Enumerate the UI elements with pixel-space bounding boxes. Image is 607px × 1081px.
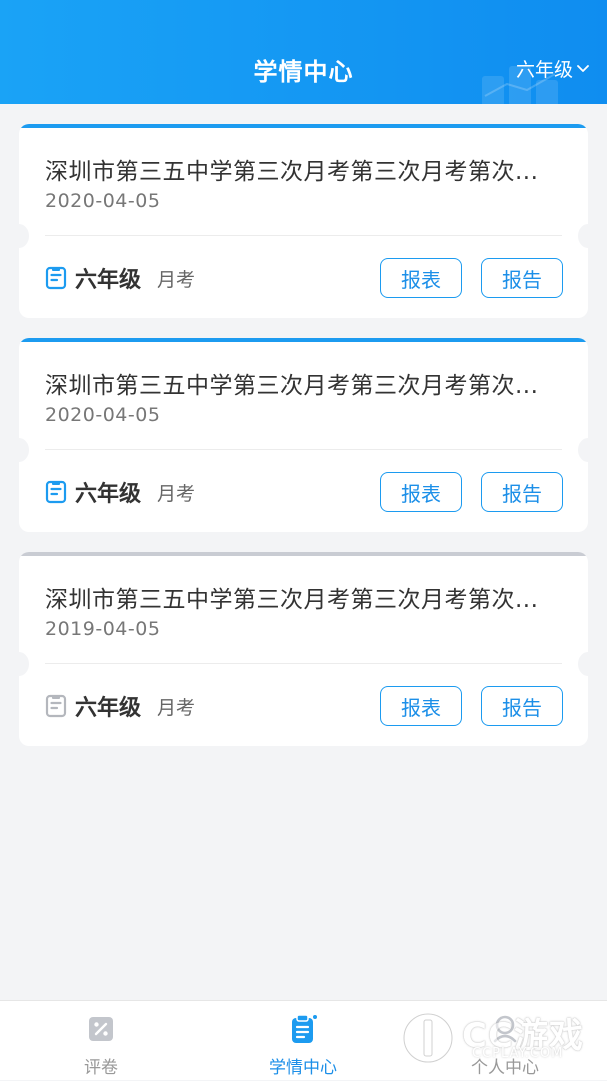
card-notch xyxy=(578,438,588,462)
exam-type: 月考 xyxy=(157,268,196,291)
tab-label: 评卷 xyxy=(84,1058,118,1078)
report-table-button[interactable]: 报表 xyxy=(380,472,462,512)
exam-grade: 六年级 xyxy=(75,268,142,293)
report-button[interactable]: 报告 xyxy=(481,686,563,726)
exam-title: 深圳市第三五中学第三次月考第三次月考第次... xyxy=(45,159,539,185)
bottom-tab-bar: 评卷 学情中心 个人中心 xyxy=(0,1000,607,1080)
exam-date: 2020-04-05 xyxy=(45,190,161,212)
card-footer: 六年级 月考 xyxy=(45,262,195,294)
exam-card[interactable]: 深圳市第三五中学第三次月考第三次月考第次... 2020-04-05 六年级 月… xyxy=(19,338,588,532)
card-notch xyxy=(19,652,29,676)
exam-type: 月考 xyxy=(157,696,196,719)
report-button[interactable]: 报告 xyxy=(481,258,563,298)
grade-selector[interactable]: 六年级 xyxy=(516,55,589,82)
header-bar: 学情中心 六年级 xyxy=(0,0,607,104)
exam-grade: 六年级 xyxy=(75,482,142,507)
grading-icon xyxy=(89,1017,113,1041)
card-divider xyxy=(45,663,562,664)
exam-type: 月考 xyxy=(157,482,196,505)
tab-label: 个人中心 xyxy=(471,1058,539,1078)
card-top-line xyxy=(19,338,588,342)
card-notch xyxy=(578,224,588,248)
tab-learning-center[interactable]: 学情中心 xyxy=(202,1001,404,1081)
clipboard-icon xyxy=(292,1014,317,1043)
exam-title: 深圳市第三五中学第三次月考第三次月考第次... xyxy=(45,373,539,399)
report-table-button[interactable]: 报表 xyxy=(380,258,462,298)
document-icon xyxy=(45,266,67,290)
document-icon xyxy=(45,480,67,504)
card-notch xyxy=(578,652,588,676)
card-notch xyxy=(19,438,29,462)
card-footer: 六年级 月考 xyxy=(45,476,195,508)
exam-title: 深圳市第三五中学第三次月考第三次月考第次... xyxy=(45,587,539,613)
profile-icon xyxy=(493,1015,517,1043)
document-icon xyxy=(45,694,67,718)
grade-selector-label: 六年级 xyxy=(515,59,573,81)
tab-label: 学情中心 xyxy=(269,1058,337,1078)
tab-personal-center[interactable]: 个人中心 xyxy=(404,1001,606,1081)
card-divider xyxy=(45,235,562,236)
exam-date: 2019-04-05 xyxy=(45,618,161,640)
card-divider xyxy=(45,449,562,450)
chevron-down-icon xyxy=(577,64,589,72)
exam-grade: 六年级 xyxy=(75,696,142,721)
exam-card[interactable]: 深圳市第三五中学第三次月考第三次月考第次... 2019-04-05 六年级 月… xyxy=(19,552,588,746)
card-top-line xyxy=(19,552,588,556)
tab-grading[interactable]: 评卷 xyxy=(0,1001,202,1081)
report-button[interactable]: 报告 xyxy=(481,472,563,512)
report-table-button[interactable]: 报表 xyxy=(380,686,462,726)
exam-date: 2020-04-05 xyxy=(45,404,161,426)
exam-card[interactable]: 深圳市第三五中学第三次月考第三次月考第次... 2020-04-05 六年级 月… xyxy=(19,124,588,318)
card-notch xyxy=(19,224,29,248)
card-footer: 六年级 月考 xyxy=(45,690,195,722)
card-top-line xyxy=(19,124,588,128)
